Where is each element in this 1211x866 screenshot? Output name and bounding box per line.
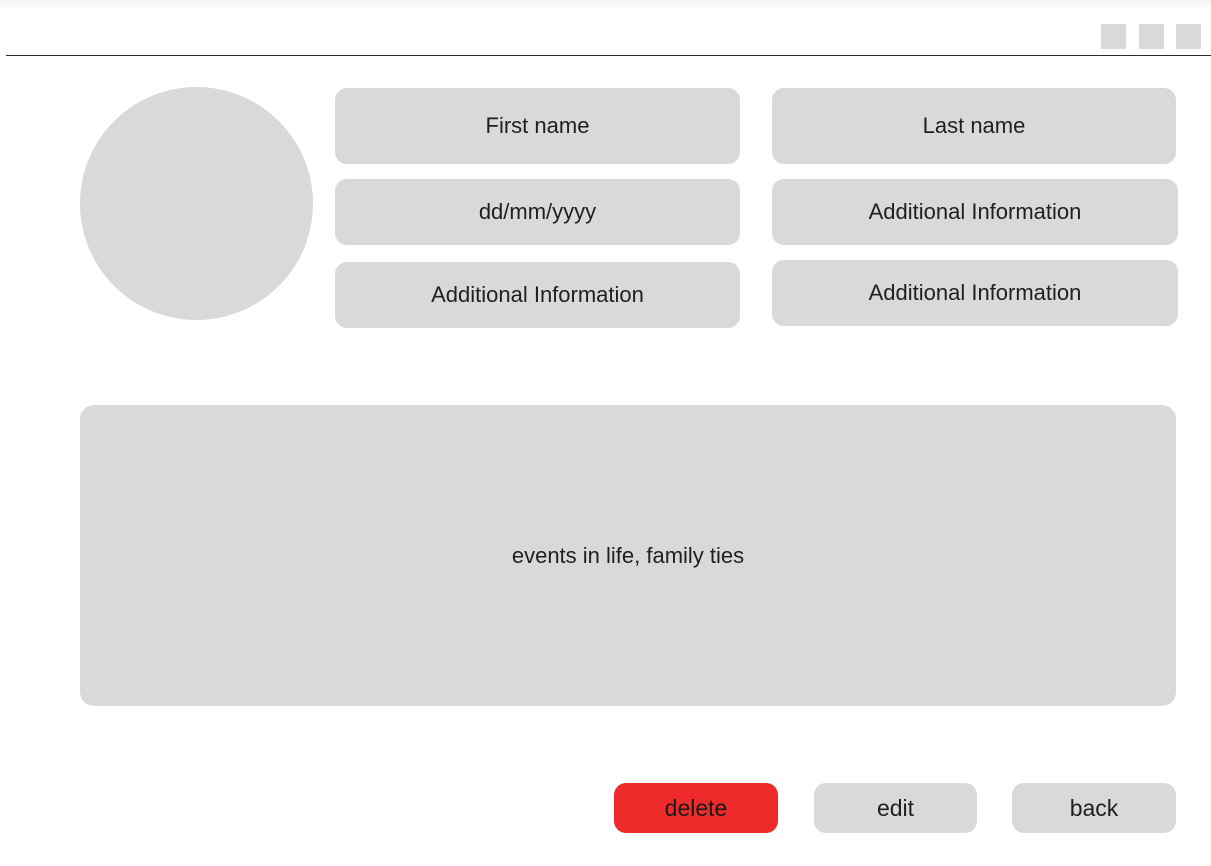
window-control-button-2[interactable]	[1139, 24, 1164, 49]
last-name-label: Last name	[922, 113, 1026, 138]
additional-info-label-2: Additional Information	[431, 282, 644, 307]
window-control-button-1[interactable]	[1101, 24, 1126, 49]
additional-info-field-2[interactable]: Additional Information	[335, 262, 740, 328]
edit-button[interactable]: edit	[814, 783, 977, 833]
back-button[interactable]: back	[1012, 783, 1176, 833]
window-control-button-3[interactable]	[1176, 24, 1201, 49]
bio-text-area[interactable]: events in life, family ties	[80, 405, 1176, 706]
first-name-field[interactable]: First name	[335, 88, 740, 164]
additional-info-field-1[interactable]: Additional Information	[772, 179, 1178, 245]
additional-info-label-3: Additional Information	[868, 280, 1082, 305]
additional-info-field-3[interactable]: Additional Information	[772, 260, 1178, 326]
delete-button[interactable]: delete	[614, 783, 778, 833]
title-bar-divider	[6, 55, 1211, 56]
last-name-field[interactable]: Last name	[772, 88, 1176, 164]
bio-label: events in life, family ties	[511, 542, 745, 568]
avatar[interactable]	[80, 87, 313, 320]
birth-date-label: dd/mm/yyyy	[478, 199, 597, 224]
birth-date-field[interactable]: dd/mm/yyyy	[335, 179, 740, 245]
title-bar	[0, 0, 1211, 56]
first-name-label: First name	[485, 113, 590, 138]
additional-info-label-1: Additional Information	[868, 199, 1082, 224]
